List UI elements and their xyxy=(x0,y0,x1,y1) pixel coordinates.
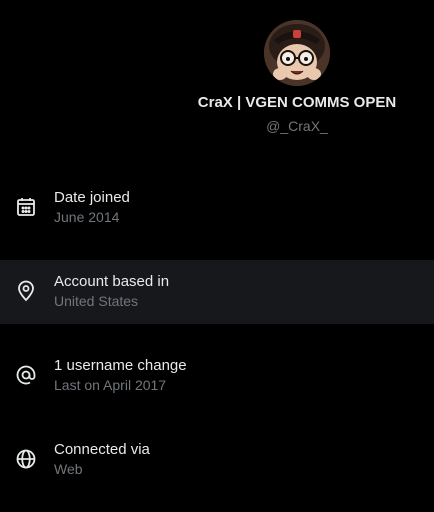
account-info-list: Date joined June 2014 Account based in U… xyxy=(0,176,434,512)
at-sign-icon xyxy=(15,364,37,386)
globe-icon xyxy=(15,448,37,470)
calendar-icon xyxy=(15,196,37,218)
info-subtitle: Web xyxy=(54,461,83,477)
info-title: Account based in xyxy=(54,273,170,290)
info-row-account-based-in[interactable]: Account based in United States xyxy=(0,260,434,324)
profile-header: CraX | VGEN COMMS OPEN @_CraX_ xyxy=(0,0,434,160)
info-subtitle: United States xyxy=(54,293,139,309)
location-pin-icon xyxy=(15,280,37,302)
avatar[interactable] xyxy=(264,20,330,86)
info-row-connected-via: Connected via Web xyxy=(0,428,434,492)
info-row-username-change: 1 username change Last on April 2017 xyxy=(0,344,434,408)
username-handle: @_CraX_ xyxy=(266,118,328,134)
info-title: Connected via xyxy=(54,441,150,458)
info-title: 1 username change xyxy=(54,357,187,374)
info-title: Date joined xyxy=(54,189,130,206)
info-row-date-joined: Date joined June 2014 xyxy=(0,176,434,240)
info-subtitle: June 2014 xyxy=(54,209,120,225)
display-name: CraX | VGEN COMMS OPEN xyxy=(197,94,397,111)
info-subtitle: Last on April 2017 xyxy=(54,377,167,393)
